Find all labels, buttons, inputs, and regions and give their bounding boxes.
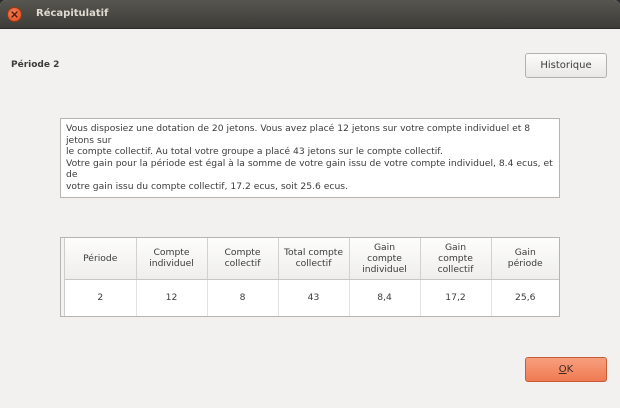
window-title: Récapitulatif [36,8,109,19]
period-label: Période 2 [11,60,60,70]
ok-button[interactable]: OK [525,357,607,382]
summary-line: Votre gain pour la période est égal à la… [66,157,553,181]
cell-gain-compte-collectif: 17,2 [420,279,492,316]
close-button[interactable] [7,7,22,22]
history-button[interactable]: Historique [525,53,607,78]
ok-mnemonic: O [558,364,567,375]
table-header-row: Période Compte individuel Compte collectif… [65,238,559,280]
column-header-compte-individuel[interactable]: Compte individuel [136,238,208,280]
cell-gain-periode: 25,6 [515,292,536,304]
recap-window: Récapitulatif Période 2 Historique Vous … [0,0,620,408]
title-bar: Récapitulatif [0,0,620,29]
summary-line: votre gain issu du compte collectif, 17.… [66,180,348,192]
cell-total-compte-collectif: 43 [278,279,350,316]
column-header-compte-collectif[interactable]: Compte collectif [207,238,279,280]
summary-line: le compte collectif. Au total votre grou… [66,146,443,158]
column-header-periode[interactable]: Période [65,238,137,280]
column-header-total-compte-collectif[interactable]: Total compte collectif [278,238,350,280]
column-header-gain-compte-individuel[interactable]: Gain compte individuel [349,238,421,280]
cell-gain-compte-individuel: 8,4 [349,279,421,316]
summary-line: Vous disposiez une dotation de 20 jetons… [66,123,531,146]
summary-text-area[interactable]: Vous disposiez une dotation de 20 jetons… [60,118,560,198]
cell-compte-collectif: 8 [207,279,279,316]
close-icon [11,11,18,18]
cell-compte-individuel: 12 [136,279,208,316]
results-table: Période Compte individuel Compte collectif… [65,238,559,316]
ok-label-rest: K [566,364,574,375]
table-row[interactable]: 2 12 8 43 8,4 17,2 25,6 [65,279,559,316]
cell-periode: 2 [65,279,137,316]
results-table-container: Période Compte individuel Compte collectif… [60,237,560,317]
column-header-gain-compte-collectif[interactable]: Gain compte collectif [420,238,492,280]
column-header-gain-periode[interactable]: Gain période [491,238,559,280]
